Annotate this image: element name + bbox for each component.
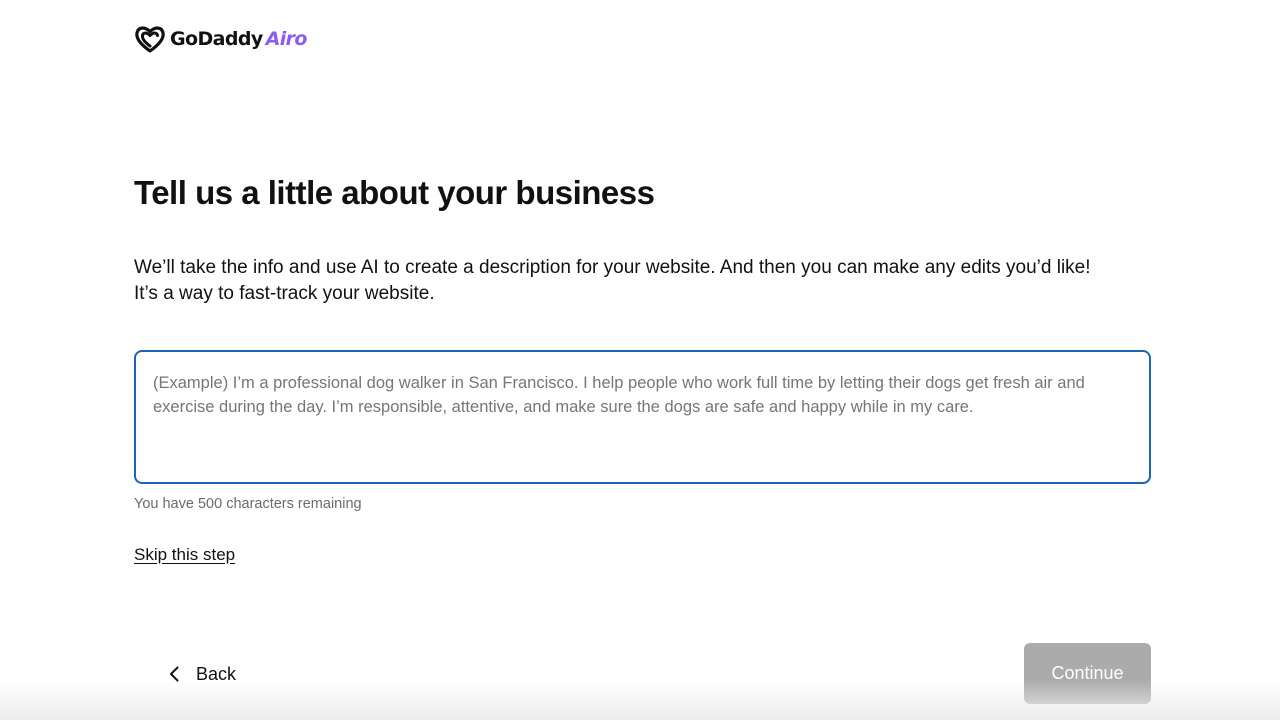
- characters-remaining-counter: You have 500 characters remaining: [134, 496, 362, 512]
- logo-airo-wordmark: Airo: [265, 28, 308, 50]
- back-button-label: Back: [196, 663, 237, 684]
- page-title: Tell us a little about your business: [134, 174, 655, 211]
- logo-wordmark: GoDaddy: [170, 28, 263, 50]
- business-description-input[interactable]: [136, 352, 1149, 482]
- description-line-2: It’s a way to fast-track your website.: [134, 283, 435, 304]
- business-description-field[interactable]: [134, 350, 1151, 484]
- continue-button[interactable]: Continue: [1024, 643, 1151, 704]
- description-line-1: We’ll take the info and use AI to create…: [134, 257, 1091, 278]
- chevron-left-icon: [166, 665, 184, 683]
- back-button[interactable]: Back: [160, 655, 242, 693]
- page: GoDaddy Airo Tell us a little about your…: [0, 0, 1280, 720]
- page-description: We’ll take the info and use AI to create…: [134, 255, 1154, 307]
- skip-step-link[interactable]: Skip this step: [134, 545, 235, 565]
- godaddy-heart-icon: [135, 25, 165, 53]
- godaddy-airo-logo[interactable]: GoDaddy Airo: [135, 24, 307, 54]
